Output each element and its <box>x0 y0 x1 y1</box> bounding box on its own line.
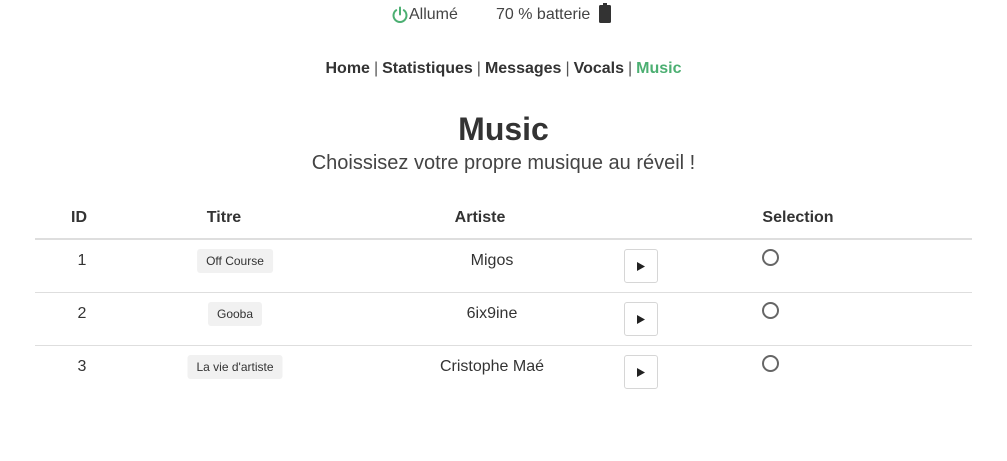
artist-name: Migos <box>470 252 514 269</box>
song-title-tag: Gooba <box>207 302 263 326</box>
nav-statistiques[interactable]: Statistiques <box>382 60 473 77</box>
row-id: 3 <box>77 358 87 375</box>
table-header: ID Titre Artiste Selection <box>35 200 972 240</box>
power-label: Allumé <box>409 6 458 23</box>
nav-music[interactable]: Music <box>636 60 681 77</box>
nav-separator: | <box>476 60 481 77</box>
nav-separator: | <box>373 60 379 77</box>
selection-radio[interactable] <box>762 355 779 372</box>
artist-name: Cristophe Maé <box>439 358 545 375</box>
selection-radio[interactable] <box>762 249 779 266</box>
song-title-tag: La vie d'artiste <box>187 355 283 379</box>
header-title: Titre <box>206 209 242 226</box>
header-artist: Artiste <box>454 209 506 226</box>
play-icon <box>637 367 645 377</box>
artist-name: 6ix9ine <box>466 305 518 322</box>
header-selection: Selection <box>762 209 834 226</box>
nav-separator: | <box>565 60 570 77</box>
page-title: Music <box>458 111 549 147</box>
play-icon <box>637 314 645 324</box>
battery-icon <box>599 3 612 23</box>
play-button[interactable] <box>624 249 658 283</box>
song-title-tag: Off Course <box>197 249 273 273</box>
table-row: 1 Off Course Migos <box>35 240 972 293</box>
row-id: 1 <box>77 252 87 269</box>
main-nav: Home | Statistiques | Messages | Vocals | Music <box>0 60 1007 78</box>
header-id: ID <box>71 209 87 226</box>
play-button[interactable] <box>624 302 658 336</box>
status-bar: Allumé 70 % batterie <box>0 2 1007 30</box>
table-row: 3 La vie d'artiste Cristophe Maé <box>35 346 972 398</box>
table-row: 2 Gooba 6ix9ine <box>35 293 972 346</box>
play-icon <box>637 261 645 271</box>
page: Allumé 70 % batterie Home | Statistiques | M… <box>0 0 1007 461</box>
row-id: 2 <box>77 305 87 322</box>
battery-status: 70 % batterie <box>496 3 612 24</box>
selection-radio[interactable] <box>762 302 779 319</box>
nav-vocals[interactable]: Vocals <box>574 60 624 77</box>
power-icon <box>391 6 409 24</box>
battery-label: 70 % batterie <box>496 6 591 23</box>
play-button[interactable] <box>624 355 658 389</box>
nav-separator: | <box>628 60 633 77</box>
power-status: Allumé <box>391 6 458 24</box>
nav-home[interactable]: Home <box>325 60 369 77</box>
nav-messages[interactable]: Messages <box>485 60 562 77</box>
page-subtitle: Choissisez votre propre musique au révei… <box>311 152 696 174</box>
music-table: ID Titre Artiste Selection 1 Off Course … <box>35 200 972 398</box>
